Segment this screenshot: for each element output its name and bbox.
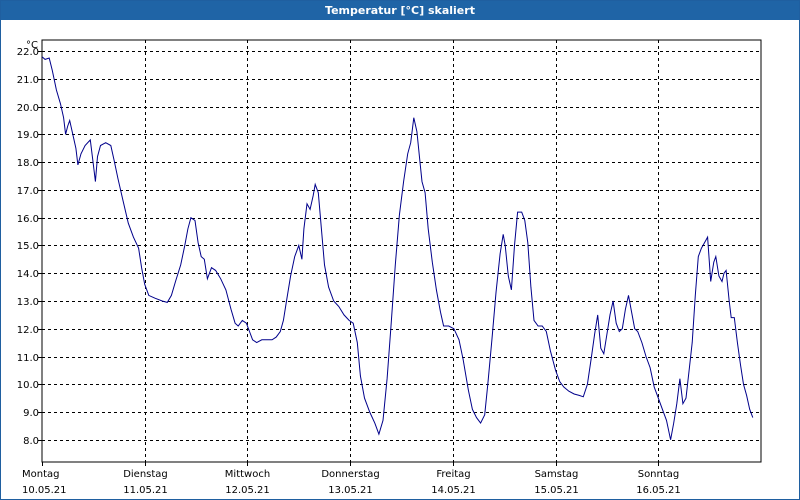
x-tick-date: 15.05.21 xyxy=(534,485,579,496)
y-tick-label: 12.0 xyxy=(17,325,39,336)
x-tick-weekday: Mittwoch xyxy=(225,469,270,480)
y-axis-unit-label: °C xyxy=(26,40,38,51)
temperature-chart: 22.021.020.019.018.017.016.015.014.013.0… xyxy=(17,39,762,496)
plot-border xyxy=(41,39,762,463)
y-tick-label: 11.0 xyxy=(17,353,39,364)
x-tick-date: 14.05.21 xyxy=(431,485,476,496)
y-tick-label: 8.0 xyxy=(23,436,39,447)
y-tick-label: 19.0 xyxy=(17,130,39,141)
x-tick-date: 13.05.21 xyxy=(328,485,373,496)
y-tick-label: 20.0 xyxy=(17,103,39,114)
y-tick-label: 15.0 xyxy=(17,241,39,252)
x-tick-date: 12.05.21 xyxy=(225,485,270,496)
x-tick-weekday: Montag xyxy=(22,469,59,480)
y-tick-label: 18.0 xyxy=(17,158,39,169)
x-tick-weekday: Donnerstag xyxy=(321,469,379,480)
y-tick-label: 10.0 xyxy=(17,380,39,391)
temperature-series-line xyxy=(41,56,754,440)
x-tick-weekday: Freitag xyxy=(436,469,470,480)
y-tick-label: 13.0 xyxy=(17,297,39,308)
y-tick-label: 14.0 xyxy=(17,269,39,280)
y-tick-label: 9.0 xyxy=(23,408,39,419)
y-tick-label: 17.0 xyxy=(17,186,39,197)
x-tick-weekday: Samstag xyxy=(535,469,579,480)
x-tick-weekday: Sonntag xyxy=(638,469,680,480)
x-tick-date: 11.05.21 xyxy=(123,485,168,496)
y-tick-label: 16.0 xyxy=(17,214,39,225)
x-tick-date: 16.05.21 xyxy=(636,485,681,496)
x-tick-date: 10.05.21 xyxy=(22,485,67,496)
x-tick-weekday: Dienstag xyxy=(123,469,168,480)
y-tick-label: 21.0 xyxy=(17,75,39,86)
